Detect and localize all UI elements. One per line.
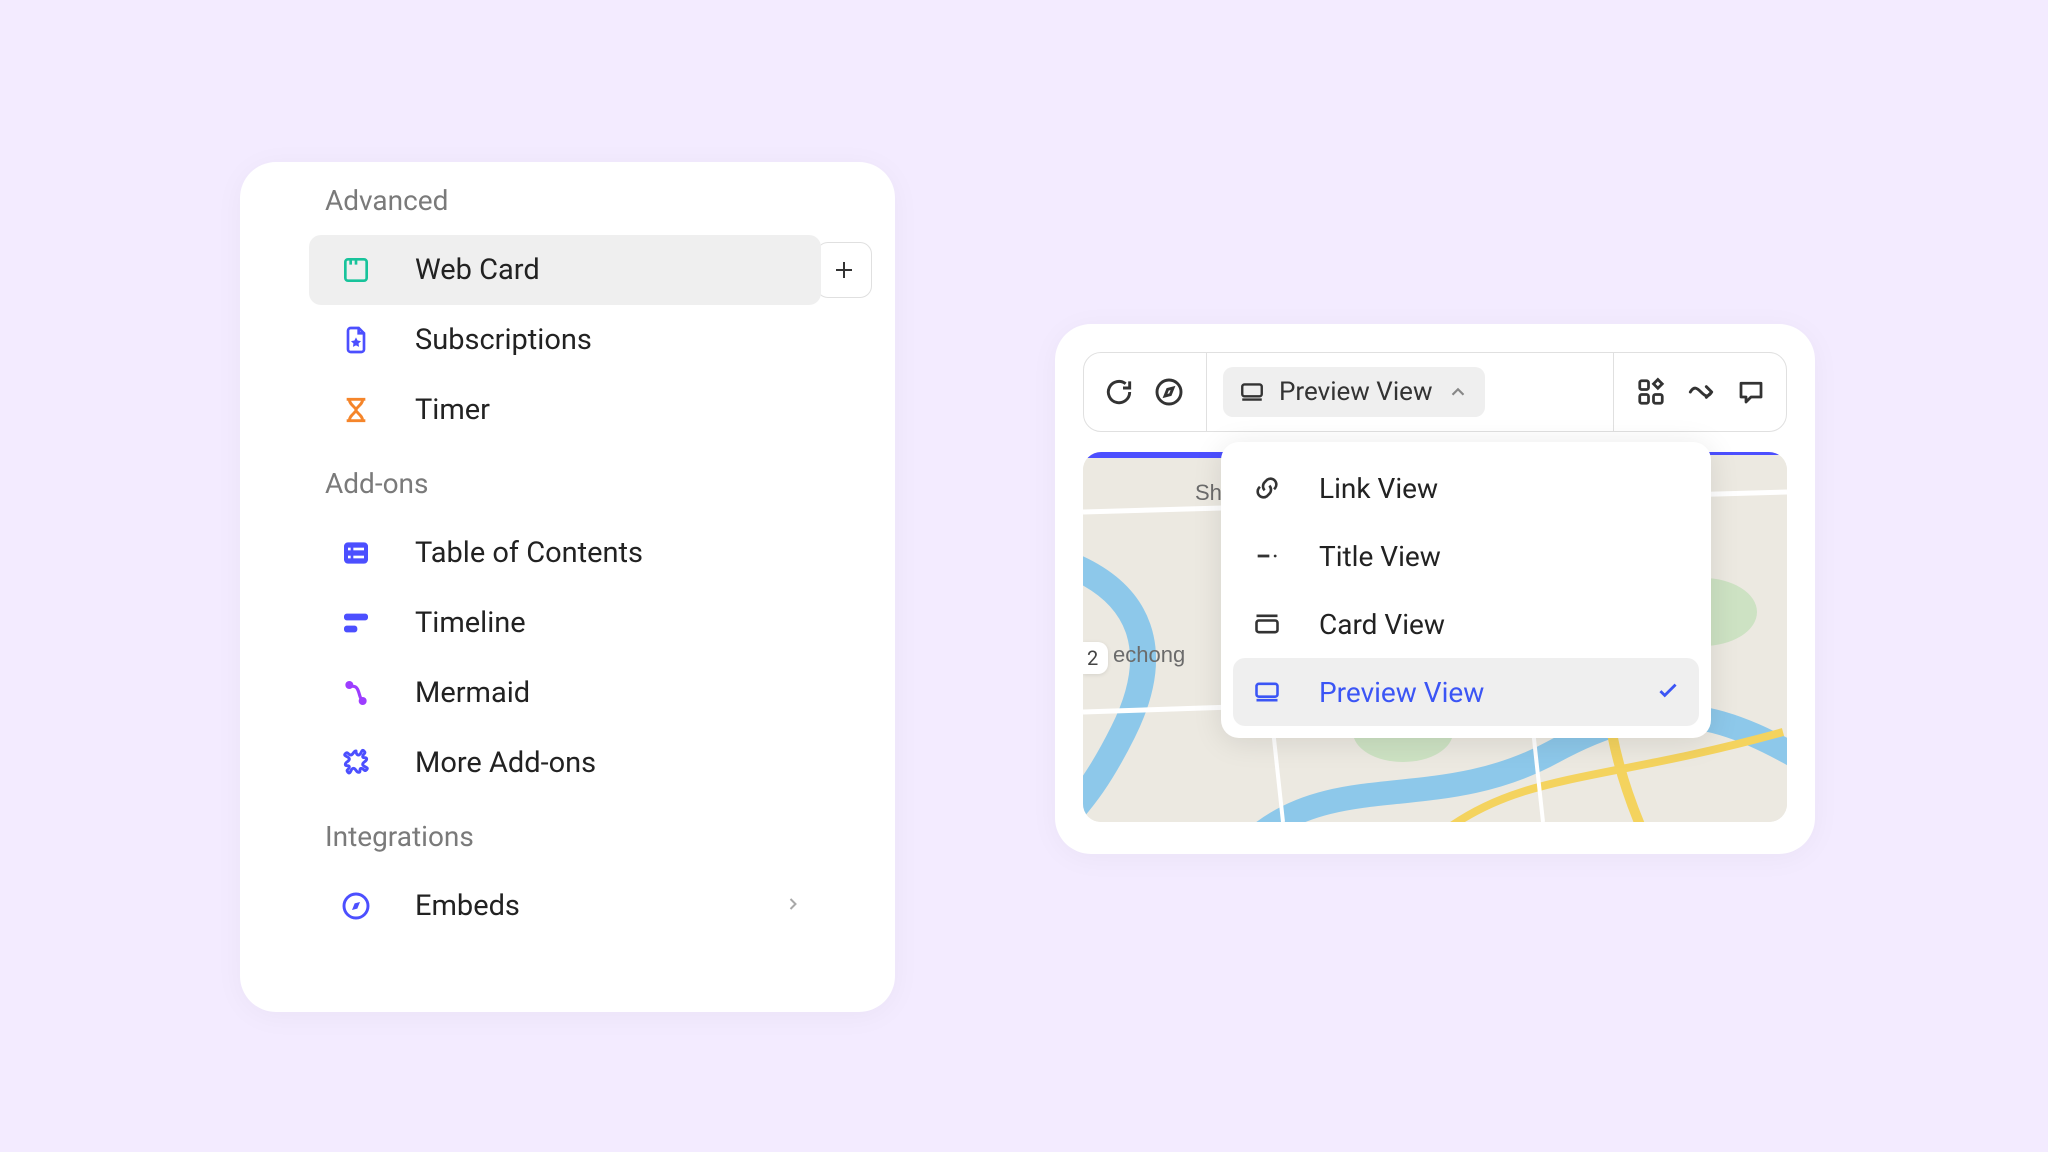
toolbar-divider: [1206, 352, 1207, 432]
apps-button[interactable]: [1630, 371, 1672, 413]
preview-view-icon: [1239, 379, 1265, 405]
menu-item-label: Web Card: [415, 253, 540, 287]
view-selector-label: Preview View: [1279, 377, 1433, 407]
comment-button[interactable]: [1730, 371, 1772, 413]
share-button[interactable]: [1680, 371, 1722, 413]
view-selector[interactable]: Preview View: [1223, 367, 1485, 417]
card-view-icon: [1251, 608, 1283, 640]
menu-item-label: Timer: [415, 393, 490, 427]
plus-icon: [832, 258, 856, 282]
map-zoom-badge: 2: [1083, 642, 1108, 674]
reload-button[interactable]: [1098, 371, 1140, 413]
menu-item-web-card[interactable]: Web Card: [309, 235, 821, 305]
menu-item-label: Embeds: [415, 889, 520, 923]
link-icon: [1251, 472, 1283, 504]
menu-panel: Advanced Web Card Subscriptions Timer Ad…: [240, 162, 895, 1012]
preview-view-icon: [1251, 676, 1283, 708]
menu-item-embeds[interactable]: Embeds: [309, 871, 821, 941]
view-option-label: Title View: [1319, 540, 1441, 573]
menu-item-more-addons[interactable]: More Add-ons: [309, 728, 821, 798]
menu-item-timer[interactable]: Timer: [309, 375, 821, 445]
menu-item-label: More Add-ons: [415, 746, 596, 780]
view-option-preview[interactable]: Preview View: [1233, 658, 1699, 726]
section-header-addons: Add-ons: [295, 445, 835, 518]
chevron-up-icon: [1447, 381, 1469, 403]
view-option-link[interactable]: Link View: [1233, 454, 1699, 522]
preview-panel: Preview View: [1055, 324, 1815, 854]
view-option-label: Preview View: [1319, 676, 1484, 709]
view-option-label: Card View: [1319, 608, 1445, 641]
section-header-advanced: Advanced: [295, 162, 835, 235]
menu-item-label: Timeline: [415, 606, 526, 640]
compass-icon: [337, 887, 375, 925]
puzzle-icon: [337, 744, 375, 782]
menu-item-label: Table of Contents: [415, 536, 643, 570]
embed-toolbar: Preview View: [1083, 352, 1787, 432]
share-icon: [1685, 376, 1717, 408]
timeline-icon: [337, 604, 375, 642]
subscriptions-icon: [337, 321, 375, 359]
view-option-label: Link View: [1319, 472, 1438, 505]
section-header-integrations: Integrations: [295, 798, 835, 871]
web-card-icon: [337, 251, 375, 289]
reload-icon: [1103, 376, 1135, 408]
menu-item-subscriptions[interactable]: Subscriptions: [309, 305, 821, 375]
menu-item-toc[interactable]: Table of Contents: [309, 518, 821, 588]
view-option-card[interactable]: Card View: [1233, 590, 1699, 658]
menu-item-label: Subscriptions: [415, 323, 592, 357]
map-label: echong: [1113, 642, 1185, 668]
check-icon: [1655, 677, 1681, 707]
apps-grid-icon: [1636, 377, 1666, 407]
menu-popup: Advanced Web Card Subscriptions Timer Ad…: [295, 162, 835, 952]
mermaid-icon: [337, 674, 375, 712]
compass-nav-icon: [1153, 376, 1185, 408]
menu-item-timeline[interactable]: Timeline: [309, 588, 821, 658]
view-dropdown: Link View Title View Card View Preview V…: [1221, 442, 1711, 738]
comment-icon: [1736, 377, 1766, 407]
open-button[interactable]: [1148, 371, 1190, 413]
title-view-icon: [1251, 540, 1283, 572]
toolbar-divider: [1613, 352, 1614, 432]
timer-icon: [337, 391, 375, 429]
toc-icon: [337, 534, 375, 572]
chevron-right-icon: [783, 894, 803, 918]
menu-item-mermaid[interactable]: Mermaid: [309, 658, 821, 728]
menu-item-label: Mermaid: [415, 676, 530, 710]
view-option-title[interactable]: Title View: [1233, 522, 1699, 590]
